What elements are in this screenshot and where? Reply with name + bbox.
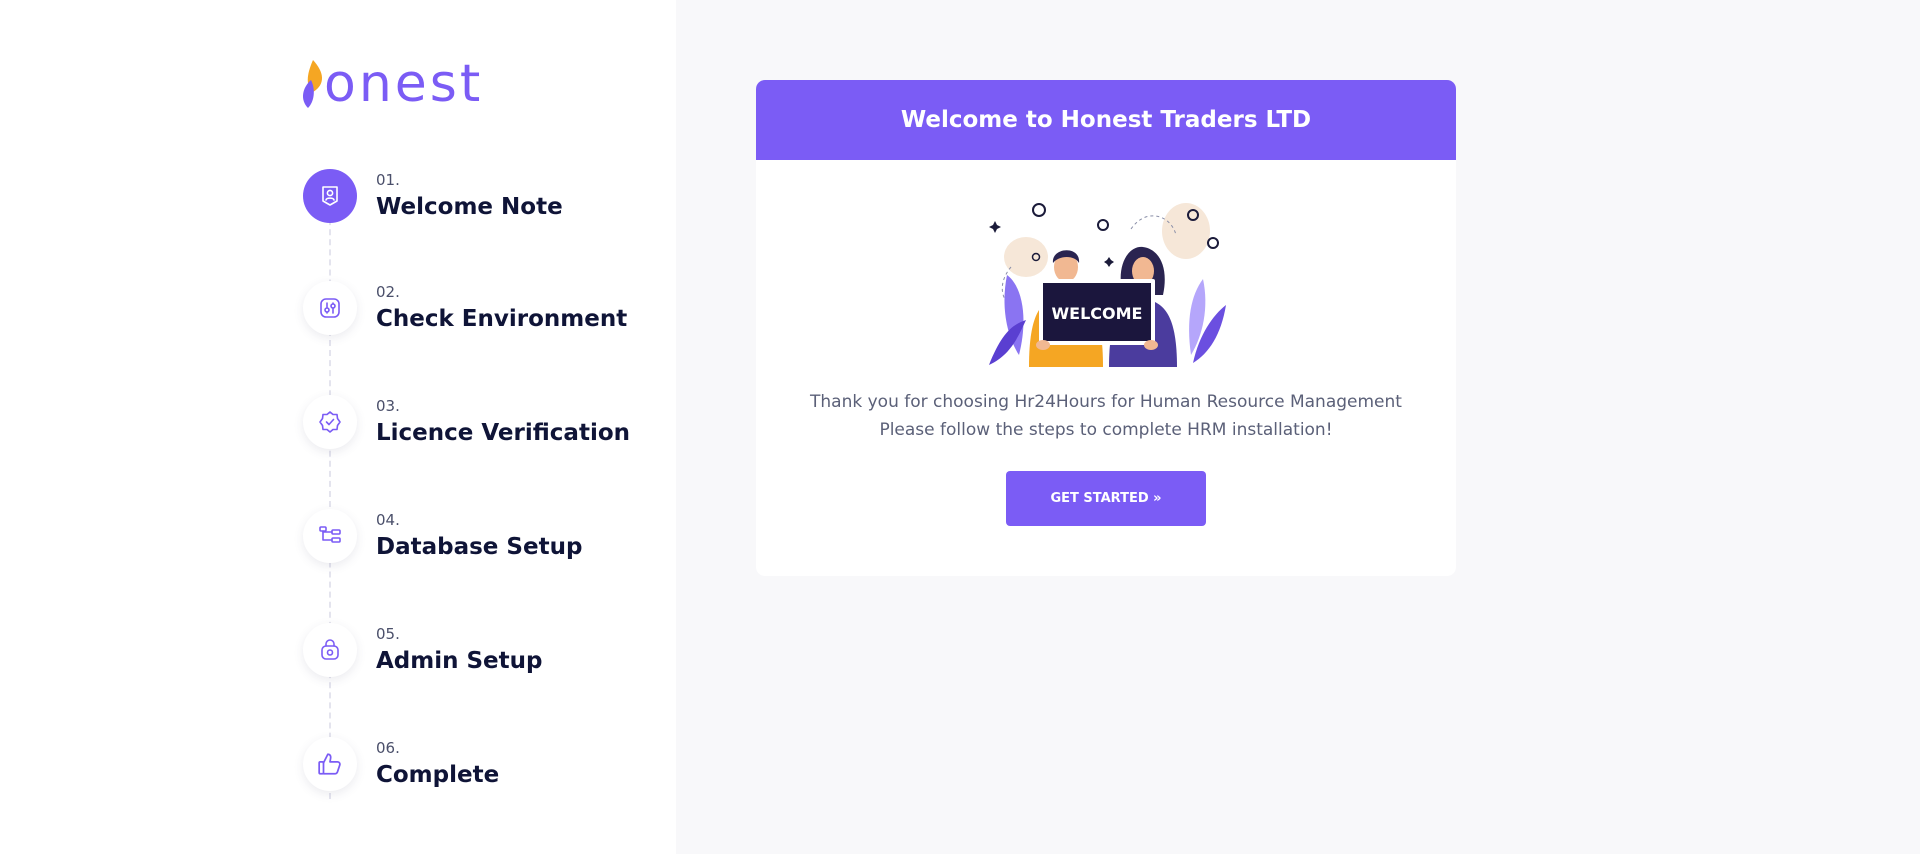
verified-badge-icon: [319, 411, 341, 433]
welcome-message-line-1: Thank you for choosing Hr24Hours for Hum…: [810, 392, 1402, 412]
step-database-setup[interactable]: 04. Database Setup: [303, 509, 663, 569]
get-started-button[interactable]: GET STARTED »: [1006, 471, 1206, 526]
step-icon-circle: [303, 737, 357, 791]
settings-sliders-icon: [320, 298, 340, 318]
step-title: Complete: [376, 762, 500, 788]
step-title: Check Environment: [376, 306, 628, 332]
step-title: Admin Setup: [376, 648, 543, 674]
thumbs-up-icon: [318, 753, 341, 775]
step-number: 01.: [376, 171, 400, 189]
step-icon-circle: [303, 509, 357, 563]
step-icon-circle: [303, 623, 357, 677]
hierarchy-icon: [319, 526, 341, 543]
brand-logo-text: onest: [324, 54, 484, 114]
welcome-card: Welcome to Honest Traders LTD WELCOME Th…: [756, 80, 1456, 576]
admin-lock-icon: [321, 639, 339, 660]
step-number: 02.: [376, 283, 400, 301]
step-welcome-note[interactable]: 01. Welcome Note: [303, 169, 663, 229]
step-admin-setup[interactable]: 05. Admin Setup: [303, 623, 663, 683]
flame-logo-icon: [302, 60, 323, 108]
step-check-environment[interactable]: 02. Check Environment: [303, 281, 663, 341]
card-header: Welcome to Honest Traders LTD: [756, 80, 1456, 160]
step-licence-verification[interactable]: 03. Licence Verification: [303, 395, 663, 455]
step-icon-circle: [303, 281, 357, 335]
step-title: Welcome Note: [376, 194, 563, 220]
step-number: 05.: [376, 625, 400, 643]
step-title: Database Setup: [376, 534, 583, 560]
step-complete[interactable]: 06. Complete: [303, 737, 663, 797]
sidebar: onest 01. Welcome Note 02. Check Environ…: [0, 0, 676, 854]
brand-logo: onest: [300, 56, 483, 112]
welcome-sign-text: WELCOME: [1052, 304, 1143, 323]
card-title: Welcome to Honest Traders LTD: [900, 107, 1312, 133]
step-icon-circle: [303, 395, 357, 449]
step-title: Licence Verification: [376, 420, 631, 446]
step-icon-circle: [303, 169, 357, 223]
step-number: 03.: [376, 397, 400, 415]
step-number: 06.: [376, 739, 400, 757]
person-badge-icon: [322, 186, 338, 206]
welcome-message-line-2: Please follow the steps to complete HRM …: [879, 420, 1333, 440]
welcome-illustration: WELCOME: [989, 203, 1226, 367]
step-number: 04.: [376, 511, 400, 529]
